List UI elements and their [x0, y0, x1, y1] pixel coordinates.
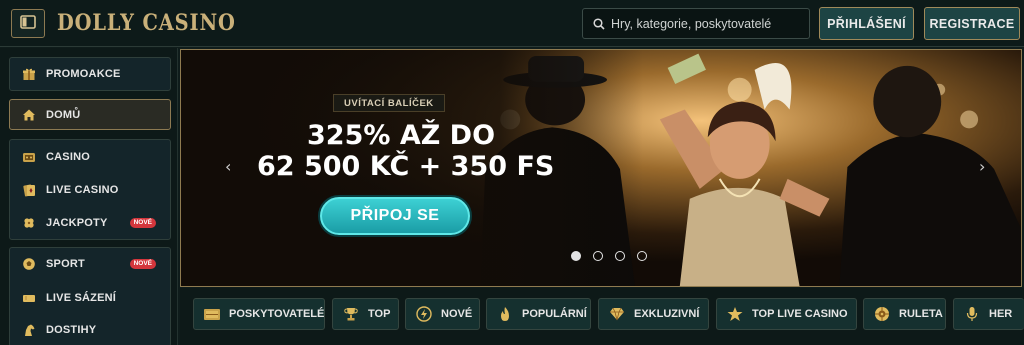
category-bar: POSKYTOVATELÉ TOP NOVÉ POPULÁRNÍ EXKLUZI… — [180, 288, 1024, 345]
category-label: NOVÉ — [441, 308, 473, 320]
casino-chip-icon — [22, 150, 36, 164]
sidebar: PROMOAKCE DOMŮ CASINO LIVE CASINO JACKPO… — [0, 48, 178, 345]
cards-icon — [22, 183, 36, 197]
category-providers[interactable]: POSKYTOVATELÉ — [193, 298, 325, 330]
sidebar-group-promo: PROMOAKCE — [9, 57, 171, 91]
join-button[interactable]: PŘIPOJ SE — [318, 195, 472, 237]
promo-banner[interactable]: UVÍTACÍ BALÍČEK 325% AŽ DO 62 500 KČ + 3… — [180, 49, 1022, 287]
sidebar-group-sport: SPORT NOVÉ LIVE SÁZENÍ DOSTIHY — [9, 247, 171, 345]
welcome-package-tag: UVÍTACÍ BALÍČEK — [333, 94, 445, 112]
new-badge: NOVÉ — [129, 259, 156, 269]
offer-title-line2: 62 500 KČ + 350 FS — [257, 151, 555, 182]
sidebar-item-promoakce[interactable]: PROMOAKCE — [10, 60, 170, 88]
sidebar-item-label: PROMOAKCE — [46, 68, 121, 80]
category-label: POSKYTOVATELÉ — [229, 308, 325, 320]
gift-icon — [22, 67, 36, 81]
carousel-dot[interactable] — [571, 251, 581, 261]
search-box[interactable] — [582, 8, 810, 39]
site-logo[interactable]: DOLLY CASINO — [57, 10, 236, 36]
lightning-icon — [415, 305, 433, 323]
chevron-right-icon[interactable]: › — [979, 157, 985, 176]
horse-icon — [22, 323, 36, 337]
flame-icon — [496, 305, 514, 323]
sidebar-item-live-sazeni[interactable]: LIVE SÁZENÍ — [10, 284, 170, 312]
ball-icon — [22, 257, 36, 271]
category-label: TOP — [368, 308, 391, 320]
diamond-icon — [608, 305, 626, 323]
sidebar-item-sport[interactable]: SPORT NOVÉ — [10, 250, 170, 278]
category-label: POPULÁRNÍ — [522, 308, 587, 320]
sidebar-item-jackpoty[interactable]: JACKPOTY NOVÉ — [10, 209, 170, 237]
search-icon — [593, 17, 605, 30]
category-top-live-casino[interactable]: TOP LIVE CASINO — [716, 298, 857, 330]
trophy-icon — [342, 305, 360, 323]
ticket-icon — [22, 291, 36, 305]
category-label: TOP LIVE CASINO — [752, 308, 848, 320]
sidebar-group-casino: CASINO LIVE CASINO JACKPOTY NOVÉ — [9, 139, 171, 240]
sidebar-item-label: LIVE CASINO — [46, 184, 119, 196]
sidebar-toggle-icon — [20, 14, 36, 33]
category-new[interactable]: NOVÉ — [405, 298, 480, 330]
sidebar-toggle-button[interactable] — [11, 9, 45, 38]
category-label: HER — [989, 308, 1013, 320]
sidebar-item-label: SPORT — [46, 258, 85, 270]
search-input[interactable] — [611, 16, 801, 31]
login-button[interactable]: PŘIHLÁŠENÍ — [819, 7, 914, 40]
category-roulette[interactable]: RULETA — [863, 298, 946, 330]
category-top[interactable]: TOP — [332, 298, 399, 330]
sidebar-item-live-casino[interactable]: LIVE CASINO — [10, 176, 170, 204]
carousel-dot[interactable] — [593, 251, 603, 261]
carousel-dot[interactable] — [637, 251, 647, 261]
register-button[interactable]: REGISTRACE — [924, 7, 1020, 40]
offer-title-line1: 325% AŽ DO — [307, 120, 496, 151]
carousel-dot[interactable] — [615, 251, 625, 261]
category-label: RULETA — [899, 308, 943, 320]
sidebar-item-label: LIVE SÁZENÍ — [46, 292, 117, 304]
roulette-icon — [873, 305, 891, 323]
sidebar-item-casino[interactable]: CASINO — [10, 143, 170, 171]
microphone-icon — [963, 305, 981, 323]
carousel-dots — [571, 251, 647, 261]
box-icon — [203, 305, 221, 323]
category-popular[interactable]: POPULÁRNÍ — [486, 298, 591, 330]
clover-icon — [22, 216, 36, 230]
sidebar-item-label: JACKPOTY — [46, 217, 108, 229]
sidebar-item-label: DOSTIHY — [46, 324, 97, 336]
category-game-shows[interactable]: HER — [953, 298, 1024, 330]
app-root: DOLLY CASINO PŘIHLÁŠENÍ REGISTRACE PROMO… — [0, 0, 1024, 345]
sidebar-item-dostihy[interactable]: DOSTIHY — [10, 316, 170, 344]
sidebar-item-domu[interactable]: DOMŮ — [9, 99, 171, 130]
star-icon — [726, 305, 744, 323]
category-exclusive[interactable]: EXKLUZIVNÍ — [598, 298, 709, 330]
chevron-left-icon[interactable]: ‹ — [225, 157, 231, 176]
home-icon — [22, 108, 36, 122]
top-header: DOLLY CASINO PŘIHLÁŠENÍ REGISTRACE — [0, 0, 1024, 47]
new-badge: NOVÉ — [129, 218, 156, 228]
category-label: EXKLUZIVNÍ — [634, 308, 700, 320]
sidebar-item-label: DOMŮ — [46, 108, 81, 121]
sidebar-group-home: DOMŮ — [9, 99, 171, 130]
sidebar-item-label: CASINO — [46, 151, 90, 163]
